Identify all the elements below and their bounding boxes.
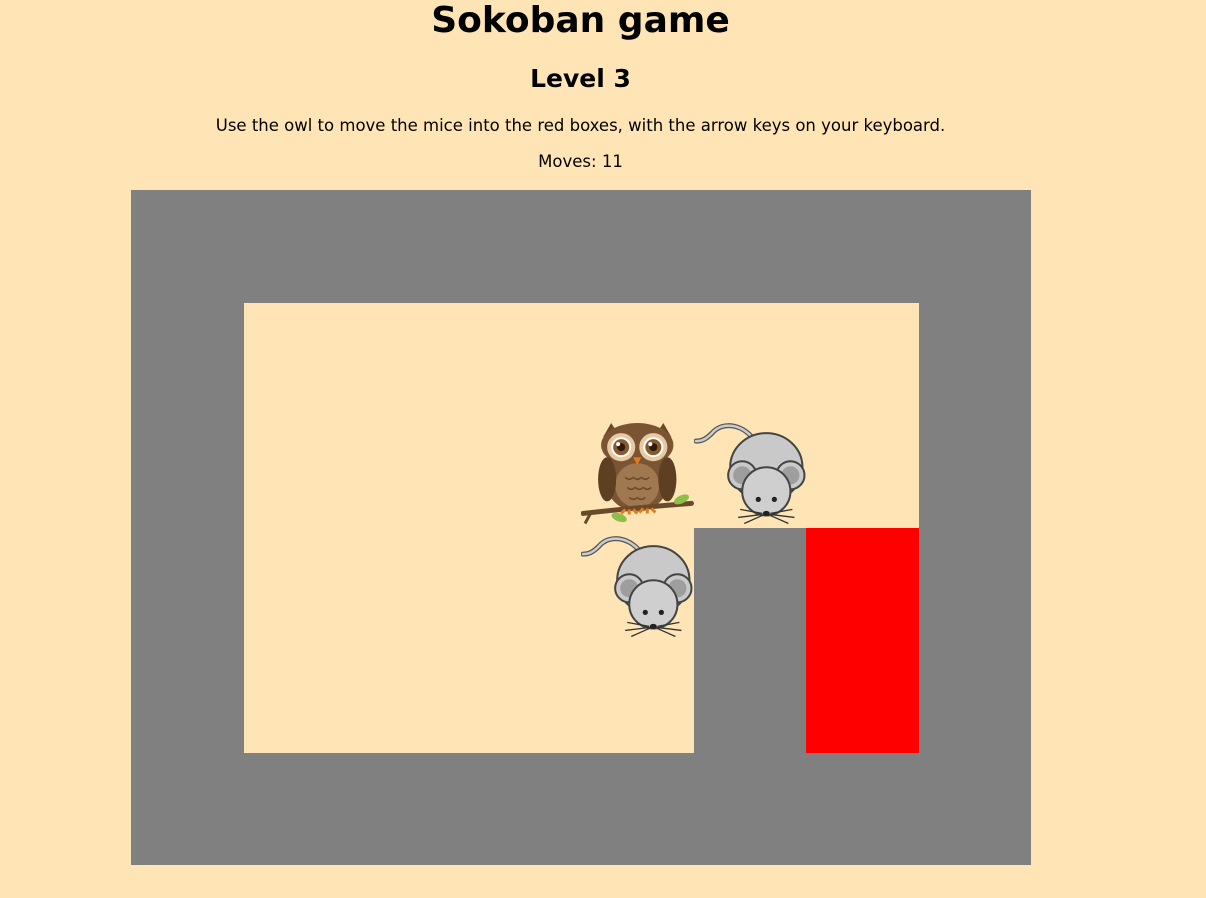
wall-tile (131, 527, 244, 640)
wall-tile (243, 190, 356, 303)
moves-value: 11 (601, 152, 623, 171)
floor-tile (356, 415, 469, 528)
wall-tile (918, 640, 1031, 753)
floor-tile (693, 415, 806, 528)
floor-tile (356, 640, 469, 753)
wall-tile (693, 190, 806, 303)
wall-tile (131, 190, 244, 303)
goal-tile (806, 527, 919, 640)
floor-tile (581, 302, 694, 415)
wall-tile (131, 752, 244, 865)
wall-tile (918, 190, 1031, 303)
wall-tile (806, 752, 919, 865)
moves-label: Moves: (538, 152, 597, 171)
wall-tile (468, 752, 581, 865)
instructions-text: Use the owl to move the mice into the re… (215, 116, 946, 135)
wall-tile (918, 752, 1031, 865)
wall-tile (693, 527, 806, 640)
floor-tile (693, 302, 806, 415)
floor-tile (468, 640, 581, 753)
floor-tile (468, 415, 581, 528)
wall-tile (581, 752, 694, 865)
level-title: Level 3 (530, 64, 631, 93)
wall-tile (918, 527, 1031, 640)
goal-tile (806, 640, 919, 753)
wall-tile (131, 415, 244, 528)
floor-tile (581, 640, 694, 753)
floor-tile (468, 527, 581, 640)
floor-tile (581, 415, 694, 528)
floor-tile (243, 640, 356, 753)
floor-tile (243, 302, 356, 415)
floor-tile (356, 302, 469, 415)
floor-tile (806, 302, 919, 415)
wall-tile (918, 302, 1031, 415)
game-board[interactable] (131, 190, 1031, 865)
wall-tile (693, 640, 806, 753)
wall-tile (131, 302, 244, 415)
wall-tile (806, 190, 919, 303)
moves-counter: Moves: 11 (0, 151, 1161, 173)
game-title: Sokoban game (431, 0, 730, 41)
floor-tile (243, 415, 356, 528)
wall-tile (243, 752, 356, 865)
wall-tile (693, 752, 806, 865)
floor-tile (468, 302, 581, 415)
wall-tile (918, 415, 1031, 528)
wall-tile (356, 190, 469, 303)
floor-tile (356, 527, 469, 640)
wall-tile (468, 190, 581, 303)
wall-tile (131, 640, 244, 753)
floor-tile (243, 527, 356, 640)
wall-tile (356, 752, 469, 865)
floor-tile (581, 527, 694, 640)
floor-tile (806, 415, 919, 528)
wall-tile (581, 190, 694, 303)
